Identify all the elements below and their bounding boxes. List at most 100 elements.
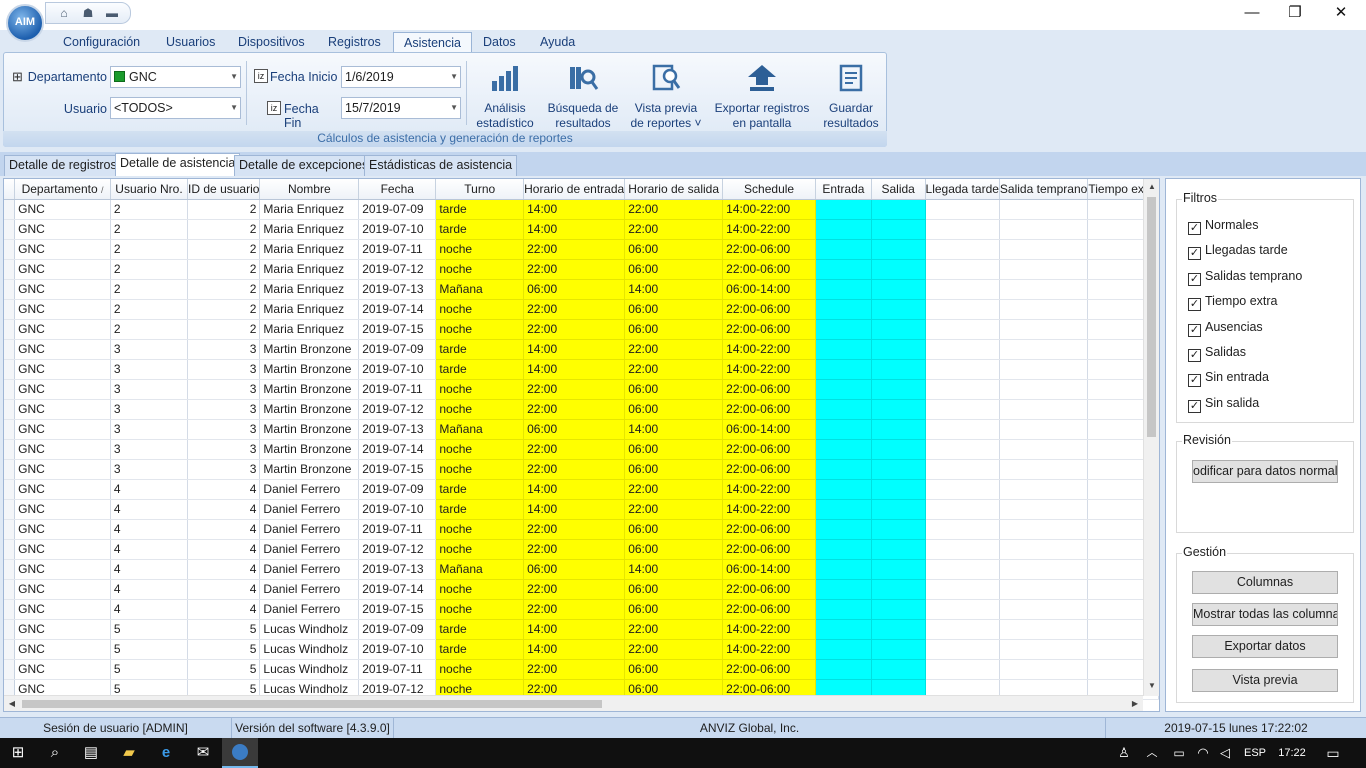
- cell-late[interactable]: [925, 339, 1000, 360]
- filter-checkbox[interactable]: ✓ Salidas: [1188, 345, 1246, 362]
- cell-user-id[interactable]: 5: [187, 639, 261, 660]
- cell-entrada[interactable]: [815, 659, 872, 680]
- checkbox-checked-icon[interactable]: ✓: [1188, 272, 1201, 286]
- cell-late[interactable]: [925, 219, 1000, 240]
- row-indicator[interactable]: [4, 519, 16, 540]
- export-screen-records-button[interactable]: Exportar registros en pantalla: [712, 61, 812, 131]
- cell-name[interactable]: Martin Bronzone: [259, 439, 360, 460]
- cell-date[interactable]: 2019-07-09: [358, 479, 437, 500]
- statistical-analysis-button[interactable]: Análisis estadístico: [472, 61, 538, 131]
- cell-date[interactable]: 2019-07-10: [358, 219, 437, 240]
- cell-entrada[interactable]: [815, 339, 872, 360]
- vertical-scroll-thumb[interactable]: [1147, 197, 1156, 437]
- cell-entrada[interactable]: [815, 359, 872, 380]
- cell-department[interactable]: GNC: [14, 419, 111, 440]
- row-indicator[interactable]: [4, 419, 16, 440]
- cell-salida[interactable]: [871, 599, 926, 620]
- cell-department[interactable]: GNC: [14, 579, 111, 600]
- cell-entrada[interactable]: [815, 639, 872, 660]
- cell-early[interactable]: [999, 599, 1089, 620]
- tab-estadisticas[interactable]: Estádisticas de asistencia: [364, 155, 518, 176]
- table-row[interactable]: GNC 2 2 Maria Enriquez 2019-07-13 Mañana 06:00…: [4, 279, 1159, 300]
- cell-department[interactable]: GNC: [14, 499, 111, 520]
- table-row[interactable]: GNC 4 4 Daniel Ferrero 2019-07-10 tarde 14:00 2…: [4, 499, 1159, 520]
- table-row[interactable]: GNC 4 4 Daniel Ferrero 2019-07-15 noche 22:00 0…: [4, 599, 1159, 620]
- cell-name[interactable]: Maria Enriquez: [259, 319, 360, 340]
- cell-early[interactable]: [999, 199, 1089, 220]
- cell-schedule[interactable]: 14:00-22:00: [722, 619, 817, 640]
- cell-end-time[interactable]: 06:00: [624, 379, 724, 400]
- cell-name[interactable]: Martin Bronzone: [259, 459, 360, 480]
- cell-start-time[interactable]: 22:00: [523, 539, 626, 560]
- horizontal-scrollbar[interactable]: ◀ ▶: [4, 695, 1143, 711]
- horizontal-scroll-thumb[interactable]: [22, 700, 602, 708]
- cell-early[interactable]: [999, 559, 1089, 580]
- cell-start-time[interactable]: 22:00: [523, 599, 626, 620]
- search-icon[interactable]: ⌕: [44, 738, 66, 768]
- cell-user-no[interactable]: 4: [110, 499, 189, 520]
- cell-early[interactable]: [999, 459, 1089, 480]
- cell-user-no[interactable]: 3: [110, 339, 189, 360]
- scroll-up-icon[interactable]: ▲: [1144, 179, 1160, 195]
- cell-shift[interactable]: tarde: [435, 639, 525, 660]
- cell-date[interactable]: 2019-07-12: [358, 399, 437, 420]
- cell-salida[interactable]: [871, 259, 926, 280]
- cell-user-id[interactable]: 4: [187, 579, 261, 600]
- checkbox-checked-icon[interactable]: ✓: [1188, 298, 1201, 312]
- cell-early[interactable]: [999, 219, 1089, 240]
- cell-start-time[interactable]: 06:00: [523, 419, 626, 440]
- cell-end-time[interactable]: 06:00: [624, 259, 724, 280]
- cell-late[interactable]: [925, 299, 1000, 320]
- cell-early[interactable]: [999, 659, 1089, 680]
- file-explorer-icon[interactable]: ▰: [118, 738, 140, 768]
- cell-user-no[interactable]: 3: [110, 419, 189, 440]
- cell-shift[interactable]: tarde: [435, 339, 525, 360]
- cell-entrada[interactable]: [815, 559, 872, 580]
- cell-name[interactable]: Martin Bronzone: [259, 339, 360, 360]
- cell-user-id[interactable]: 2: [187, 279, 261, 300]
- filter-checkbox[interactable]: ✓ Tiempo extra: [1188, 294, 1277, 312]
- cell-user-id[interactable]: 2: [187, 219, 261, 240]
- task-view-icon[interactable]: ▤: [80, 738, 102, 768]
- cell-shift[interactable]: noche: [435, 379, 525, 400]
- cell-schedule[interactable]: 22:00-06:00: [722, 599, 817, 620]
- cell-shift[interactable]: Mañana: [435, 419, 525, 440]
- cell-late[interactable]: [925, 499, 1000, 520]
- cell-user-no[interactable]: 2: [110, 219, 189, 240]
- cell-late[interactable]: [925, 199, 1000, 220]
- cell-schedule[interactable]: 14:00-22:00: [722, 639, 817, 660]
- cell-entrada[interactable]: [815, 219, 872, 240]
- save-results-button[interactable]: Guardar resultados: [818, 61, 884, 131]
- cell-early[interactable]: [999, 619, 1089, 640]
- row-indicator[interactable]: [4, 479, 16, 500]
- cell-salida[interactable]: [871, 239, 926, 260]
- table-row[interactable]: GNC 3 3 Martin Bronzone 2019-07-09 tarde 14:00…: [4, 339, 1159, 360]
- cell-salida[interactable]: [871, 339, 926, 360]
- cell-shift[interactable]: noche: [435, 599, 525, 620]
- cell-department[interactable]: GNC: [14, 599, 111, 620]
- volume-icon[interactable]: ◁: [1216, 738, 1234, 768]
- cell-entrada[interactable]: [815, 439, 872, 460]
- cell-user-id[interactable]: 3: [187, 419, 261, 440]
- notifications-icon[interactable]: ▭: [1322, 738, 1344, 768]
- column-header[interactable]: Usuario Nro.: [110, 179, 189, 200]
- cell-user-no[interactable]: 3: [110, 359, 189, 380]
- cell-late[interactable]: [925, 659, 1000, 680]
- cell-end-time[interactable]: 06:00: [624, 319, 724, 340]
- row-indicator[interactable]: [4, 659, 16, 680]
- cell-late[interactable]: [925, 419, 1000, 440]
- cell-salida[interactable]: [871, 379, 926, 400]
- cell-start-time[interactable]: 06:00: [523, 279, 626, 300]
- table-row[interactable]: GNC 5 5 Lucas Windholz 2019-07-09 tarde 14:00 2…: [4, 619, 1159, 640]
- cell-end-time[interactable]: 14:00: [624, 279, 724, 300]
- cell-name[interactable]: Martin Bronzone: [259, 379, 360, 400]
- cell-early[interactable]: [999, 399, 1089, 420]
- clock[interactable]: 17:22: [1272, 738, 1312, 768]
- cell-user-no[interactable]: 2: [110, 299, 189, 320]
- cell-shift[interactable]: tarde: [435, 479, 525, 500]
- row-indicator[interactable]: [4, 279, 16, 300]
- cell-early[interactable]: [999, 579, 1089, 600]
- cell-user-no[interactable]: 2: [110, 279, 189, 300]
- cell-shift[interactable]: noche: [435, 659, 525, 680]
- cell-department[interactable]: GNC: [14, 199, 111, 220]
